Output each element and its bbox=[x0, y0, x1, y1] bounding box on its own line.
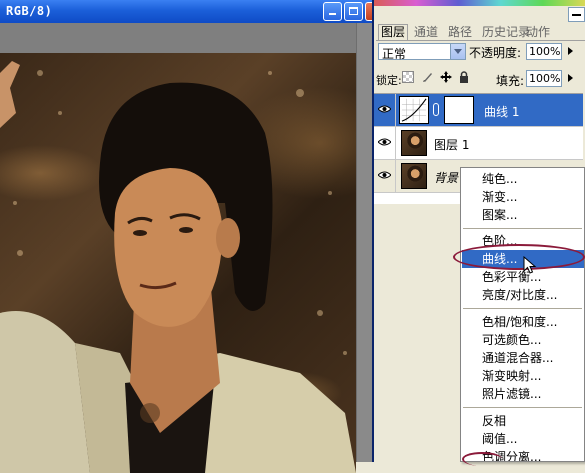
eye-icon bbox=[378, 171, 391, 179]
menu-item-pattern[interactable]: 图案... bbox=[462, 206, 584, 224]
minimize-button[interactable] bbox=[323, 2, 342, 21]
menu-item-invert[interactable]: 反相 bbox=[462, 412, 584, 430]
visibility-toggle[interactable] bbox=[374, 127, 396, 159]
layer-mask-thumbnail[interactable] bbox=[444, 96, 474, 124]
maximize-button[interactable] bbox=[344, 2, 363, 21]
blend-mode-value: 正常 bbox=[382, 47, 407, 61]
chevron-down-icon[interactable] bbox=[450, 44, 465, 59]
fill-label: 填充: bbox=[496, 74, 525, 88]
opacity-label: 不透明度: bbox=[469, 46, 522, 60]
canvas-area[interactable] bbox=[0, 23, 373, 473]
tab-channels[interactable]: 通道 bbox=[412, 25, 440, 40]
color-swatch-strip bbox=[374, 0, 585, 6]
document-window: RGB/8) bbox=[0, 0, 373, 473]
tab-layers[interactable]: 图层 bbox=[378, 24, 409, 40]
panel-minimize-button[interactable] bbox=[568, 7, 585, 22]
lock-transparent-icon[interactable] bbox=[402, 71, 414, 83]
lock-all-icon[interactable] bbox=[458, 71, 470, 83]
layer-name: 曲线 1 bbox=[484, 105, 520, 119]
adjustment-layer-menu: 纯色... 渐变... 图案... 色阶... 曲线... 色彩平衡... 亮度… bbox=[460, 167, 585, 462]
menu-item-brightness-contrast[interactable]: 亮度/对比度... bbox=[462, 286, 584, 304]
layer-thumbnail bbox=[401, 163, 427, 189]
menu-item-gradient-map[interactable]: 渐变映射... bbox=[462, 367, 584, 385]
layer-row-curves[interactable]: 曲线 1 bbox=[374, 94, 583, 127]
menu-item-threshold[interactable]: 阈值... bbox=[462, 430, 584, 448]
panel-tabs: 图层 通道 路径 历史记录 动作 bbox=[376, 24, 585, 41]
curves-adjustment-icon bbox=[399, 96, 429, 124]
blend-mode-select[interactable]: 正常 bbox=[378, 43, 466, 61]
menu-separator bbox=[463, 407, 582, 408]
eye-icon bbox=[378, 105, 391, 113]
photo-canvas[interactable] bbox=[0, 53, 356, 473]
layer-name: 背景 bbox=[434, 171, 459, 185]
layer-thumbnail bbox=[401, 130, 427, 156]
portrait-image bbox=[0, 61, 356, 473]
layer-name: 图层 1 bbox=[434, 138, 470, 152]
menu-item-levels[interactable]: 色阶... bbox=[462, 232, 584, 250]
lock-label: 锁定: bbox=[376, 74, 402, 87]
tab-actions[interactable]: 动作 bbox=[524, 25, 552, 40]
tab-paths[interactable]: 路径 bbox=[446, 25, 474, 40]
minimize-icon bbox=[324, 3, 341, 20]
maximize-icon bbox=[345, 3, 362, 20]
layer-row-layer1[interactable]: 图层 1 bbox=[374, 127, 583, 160]
menu-item-solid-color[interactable]: 纯色... bbox=[462, 170, 584, 188]
menu-item-gradient[interactable]: 渐变... bbox=[462, 188, 584, 206]
menu-item-selective-color[interactable]: 可选颜色... bbox=[462, 331, 584, 349]
menu-separator bbox=[463, 228, 582, 229]
lock-position-icon[interactable] bbox=[440, 71, 452, 83]
visibility-toggle[interactable] bbox=[374, 160, 396, 192]
eye-icon bbox=[378, 138, 391, 146]
mouse-cursor-icon bbox=[523, 256, 537, 274]
link-icon[interactable] bbox=[433, 103, 439, 116]
opacity-slider-arrow-icon[interactable] bbox=[563, 43, 578, 60]
lock-image-icon[interactable] bbox=[422, 71, 434, 83]
document-title: RGB/8) bbox=[6, 4, 53, 18]
visibility-toggle[interactable] bbox=[374, 94, 396, 126]
menu-item-channel-mixer[interactable]: 通道混合器... bbox=[462, 349, 584, 367]
menu-item-hue-saturation[interactable]: 色相/饱和度... bbox=[462, 313, 584, 331]
menu-separator bbox=[463, 308, 582, 309]
fill-slider-arrow-icon[interactable] bbox=[563, 70, 578, 87]
canvas-scroll-edge bbox=[356, 23, 373, 462]
fill-input[interactable]: 100% bbox=[526, 70, 562, 87]
menu-item-posterize[interactable]: 色调分离... bbox=[462, 448, 584, 461]
menu-item-photo-filter[interactable]: 照片滤镜... bbox=[462, 385, 584, 403]
document-titlebar[interactable]: RGB/8) bbox=[0, 0, 373, 23]
opacity-input[interactable]: 100% bbox=[526, 43, 562, 60]
